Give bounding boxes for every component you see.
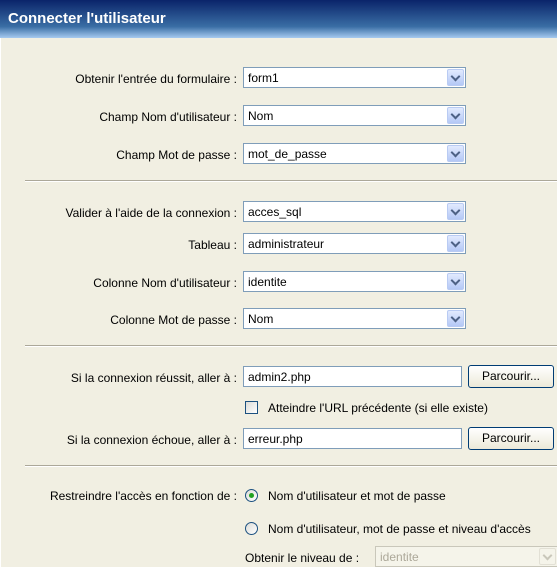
- level-value: identite: [380, 550, 419, 564]
- success-label: Si la connexion réussit, aller à :: [70, 371, 237, 385]
- restrict-access-label: Restreindre l'accès en fonction de :: [49, 489, 237, 503]
- failure-label: Si la connexion échoue, aller à :: [66, 433, 237, 447]
- password-field-select[interactable]: mot_de_passe: [243, 143, 466, 164]
- username-field-label: Champ Nom d'utilisateur :: [99, 110, 237, 124]
- previous-url-label: Atteindre l'URL précédente (si elle exis…: [268, 401, 488, 415]
- form-select-value: form1: [248, 71, 279, 85]
- option-user-pass-label: Nom d'utilisateur et mot de passe: [268, 489, 446, 503]
- username-column-value: identite: [248, 275, 287, 289]
- password-column-label: Colonne Mot de passe :: [110, 313, 237, 327]
- level-select[interactable]: identite: [375, 546, 557, 567]
- username-column-select[interactable]: identite: [243, 271, 466, 292]
- level-label: Obtenir le niveau de :: [245, 551, 360, 565]
- password-field-value: mot_de_passe: [248, 147, 327, 161]
- password-column-select[interactable]: Nom: [243, 308, 466, 329]
- failure-url-input[interactable]: erreur.php: [243, 428, 462, 449]
- connection-label: Valider à l'aide de la connexion :: [65, 206, 237, 220]
- chevron-down-icon[interactable]: [447, 273, 464, 290]
- chevron-down-icon[interactable]: [447, 310, 464, 327]
- table-label: Tableau :: [188, 238, 237, 252]
- username-column-label: Colonne Nom d'utilisateur :: [93, 276, 237, 290]
- form-label: Obtenir l'entrée du formulaire :: [75, 72, 237, 86]
- radio-user-pass[interactable]: [245, 489, 258, 502]
- table-select[interactable]: administrateur: [243, 233, 466, 254]
- section-divider: [25, 345, 557, 347]
- chevron-down-icon[interactable]: [447, 69, 464, 86]
- previous-url-checkbox[interactable]: [245, 401, 258, 414]
- dialog-title-bar: Connecter l'utilisateur: [0, 0, 557, 38]
- form-select[interactable]: form1: [243, 67, 466, 88]
- section-divider: [25, 180, 557, 182]
- option-user-pass-level-label: Nom d'utilisateur, mot de passe et nivea…: [268, 522, 531, 536]
- radio-selected-dot: [249, 493, 254, 498]
- browse-failure-button[interactable]: Parcourir...: [468, 427, 554, 450]
- password-column-value: Nom: [248, 312, 274, 326]
- success-url-input[interactable]: admin2.php: [243, 366, 462, 387]
- browse-success-button[interactable]: Parcourir...: [468, 365, 554, 388]
- username-field-select[interactable]: Nom: [243, 105, 466, 126]
- connection-select[interactable]: acces_sql: [243, 201, 466, 222]
- connection-value: acces_sql: [248, 205, 302, 219]
- section-divider: [25, 465, 557, 467]
- chevron-down-icon[interactable]: [447, 145, 464, 162]
- table-value: administrateur: [248, 237, 325, 251]
- chevron-down-icon[interactable]: [447, 203, 464, 220]
- success-url-value: admin2.php: [248, 370, 311, 384]
- password-field-label: Champ Mot de passe :: [116, 148, 237, 162]
- failure-url-value: erreur.php: [248, 432, 303, 446]
- dialog-title: Connecter l'utilisateur: [8, 10, 166, 27]
- radio-user-pass-level[interactable]: [245, 522, 258, 535]
- chevron-down-icon[interactable]: [447, 235, 464, 252]
- chevron-down-icon[interactable]: [447, 107, 464, 124]
- chevron-down-icon[interactable]: [539, 548, 556, 565]
- username-field-value: Nom: [248, 109, 274, 123]
- dialog-body: Obtenir l'entrée du formulaire : form1 C…: [0, 38, 557, 567]
